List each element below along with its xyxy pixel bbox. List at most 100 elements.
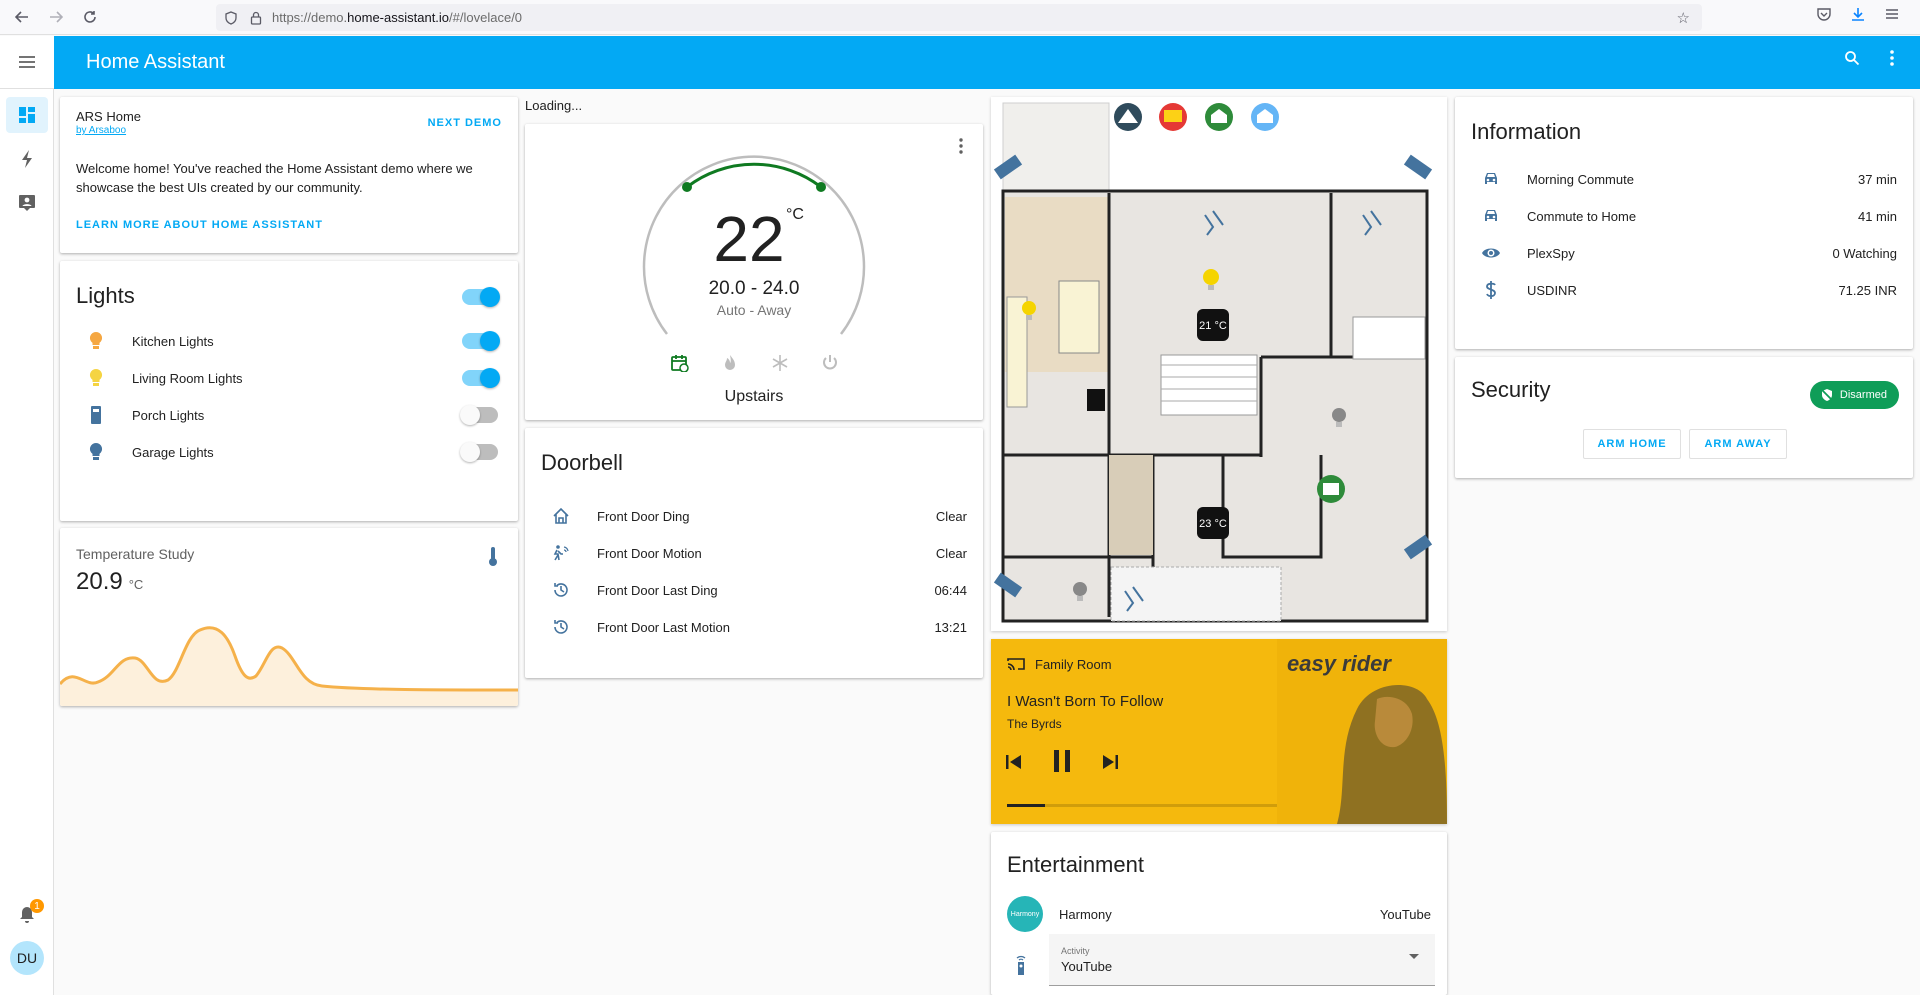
media-artist: The Byrds (1007, 717, 1062, 731)
doorbell-title: Doorbell (541, 450, 623, 475)
download-icon[interactable] (1850, 6, 1866, 26)
url-path: /#/lovelace/0 (449, 10, 523, 25)
skip-previous-icon (1006, 755, 1021, 769)
eye-icon (1471, 246, 1511, 260)
thermometer-icon (489, 547, 497, 566)
lights-card: Lights Kitchen Lights Living Room Lights… (60, 261, 518, 521)
developer-tools-icon (19, 195, 35, 211)
security-title: Security (1471, 377, 1551, 402)
album-title-text: easy rider (1287, 651, 1392, 676)
light-label: Living Room Lights (132, 370, 243, 386)
app-menu-icon[interactable] (1884, 6, 1900, 26)
fire-icon[interactable] (721, 354, 739, 372)
information-row[interactable]: Morning Commute 37 min (1471, 159, 1897, 199)
light-row[interactable]: Kitchen Lights (76, 321, 502, 361)
media-progress-fill (1007, 804, 1045, 807)
play-pause-button[interactable] (1051, 749, 1073, 779)
learn-more-link[interactable]: LEARN MORE ABOUT HOME ASSISTANT (76, 219, 323, 231)
lights-master-toggle[interactable] (462, 287, 500, 307)
doorbell-label: Front Door Last Ding (597, 582, 718, 598)
demo-title: ARS Home (76, 109, 142, 124)
security-card: Security Disarmed ARM HOME ARM AWAY (1455, 357, 1913, 478)
harmony-label: Harmony (1059, 907, 1112, 922)
sidebar-item-overview[interactable] (0, 93, 54, 137)
media-song-title: I Wasn't Born To Follow (1007, 693, 1164, 710)
back-button[interactable] (10, 5, 34, 29)
overflow-menu-button[interactable] (1890, 50, 1894, 71)
reload-button[interactable] (78, 5, 102, 29)
loading-text: Loading... (525, 98, 583, 113)
doorbell-row[interactable]: Front Door Last Motion 13:21 (541, 607, 967, 647)
light-toggle[interactable] (462, 331, 500, 351)
activity-select[interactable]: Activity YouTube (1049, 934, 1435, 986)
doorbell-row[interactable]: Front Door Motion Clear (541, 533, 967, 573)
pocket-icon[interactable] (1816, 6, 1832, 26)
lightbulb-icon (76, 331, 116, 351)
arrow-left-icon (15, 11, 28, 23)
media-room: Family Room (1035, 657, 1112, 672)
search-button[interactable] (1844, 50, 1860, 71)
doorbell-value: Clear (935, 545, 967, 561)
arrow-right-icon (50, 11, 63, 23)
information-label: Morning Commute (1527, 171, 1634, 187)
user-avatar[interactable]: DU (10, 941, 44, 975)
lights-title: Lights (76, 283, 135, 308)
address-bar[interactable]: https://demo. home-assistant.io/#/lovelac… (216, 4, 1702, 31)
sidebar-item-developer-tools[interactable] (0, 181, 54, 225)
arm-home-button[interactable]: ARM HOME (1583, 429, 1681, 459)
light-row[interactable]: Garage Lights (76, 432, 502, 472)
car-icon (1471, 171, 1511, 187)
media-player-card: Family Room I Wasn't Born To Follow The … (991, 639, 1447, 824)
thermostat-name: Upstairs (724, 388, 784, 405)
information-card: Information Morning Commute 37 min Commu… (1455, 97, 1913, 349)
doorbell-label: Front Door Ding (597, 508, 690, 524)
sidebar-toggle-button[interactable] (0, 36, 54, 89)
light-row[interactable]: Porch Lights (76, 395, 502, 435)
sidebar-item-energy[interactable] (0, 137, 54, 181)
browser-toolbar: https://demo. home-assistant.io/#/lovelac… (0, 0, 1920, 35)
information-row[interactable]: USDINR 71.25 INR (1471, 270, 1897, 310)
chevron-down-icon (1409, 954, 1419, 959)
doorbell-row[interactable]: Front Door Last Ding 06:44 (541, 570, 967, 610)
notification-badge: 1 (30, 899, 44, 913)
car-icon (1471, 208, 1511, 224)
information-row[interactable]: Commute to Home 41 min (1471, 196, 1897, 236)
entertainment-title: Entertainment (1007, 852, 1144, 877)
information-label: PlexSpy (1527, 245, 1575, 261)
power-icon[interactable] (821, 354, 839, 372)
harmony-value: YouTube (1379, 907, 1431, 922)
activity-value: YouTube (1061, 959, 1113, 974)
doorbell-value: 06:44 (934, 582, 967, 598)
harmony-avatar-text: Harmony (1010, 910, 1040, 918)
bookmark-star-icon[interactable]: ☆ (1677, 9, 1690, 27)
light-toggle[interactable] (462, 368, 500, 388)
light-row[interactable]: Living Room Lights (76, 358, 502, 398)
notifications-button[interactable]: 1 (0, 895, 54, 935)
light-label: Kitchen Lights (132, 333, 214, 349)
reload-icon (84, 11, 96, 23)
next-demo-button[interactable]: NEXT DEMO (428, 117, 502, 129)
information-row[interactable]: PlexSpy 0 Watching (1471, 233, 1897, 273)
calendar-clock-icon[interactable] (671, 354, 689, 372)
light-toggle[interactable] (460, 442, 498, 462)
forward-button[interactable] (44, 5, 68, 29)
next-track-button[interactable] (1101, 753, 1119, 776)
snowflake-icon[interactable] (771, 354, 789, 372)
demo-author-link[interactable]: by Arsaboo (76, 125, 126, 136)
alarm-status-badge: Disarmed (1809, 381, 1899, 409)
dots-vertical-icon[interactable] (959, 138, 963, 154)
information-value: 37 min (1857, 171, 1897, 187)
doorbell-row[interactable]: Front Door Ding Clear (541, 496, 967, 536)
hamburger-icon (19, 56, 35, 68)
history-icon (541, 581, 581, 599)
light-label: Garage Lights (132, 444, 214, 460)
floorplan-temp-upstairs: 21 °C (1199, 320, 1227, 332)
album-art: easy rider (1277, 639, 1447, 824)
light-toggle[interactable] (460, 405, 498, 425)
arm-away-button[interactable]: ARM AWAY (1689, 429, 1787, 459)
temperature-graph (60, 626, 518, 706)
search-icon (1845, 51, 1860, 66)
previous-track-button[interactable] (1005, 753, 1023, 776)
cast-icon (1007, 658, 1025, 671)
information-value: 0 Watching (1832, 245, 1897, 261)
